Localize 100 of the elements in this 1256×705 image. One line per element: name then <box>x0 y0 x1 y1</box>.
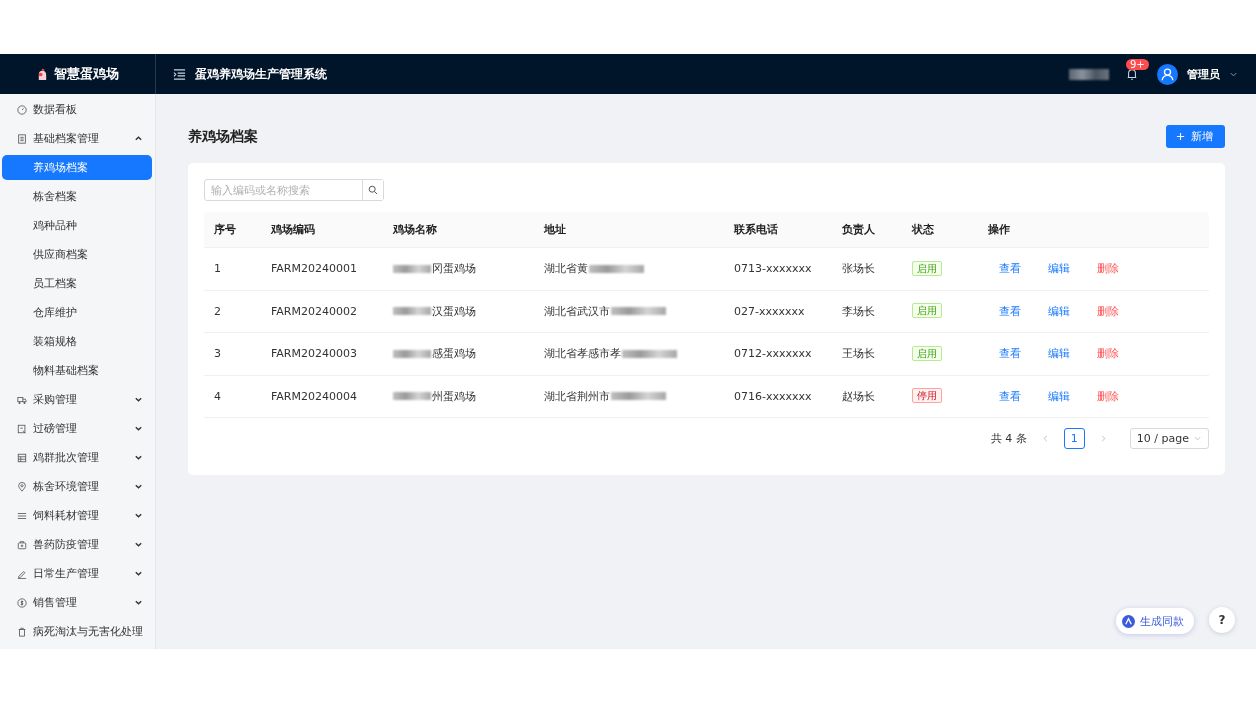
redaction-blur <box>611 307 666 316</box>
action-link[interactable]: 查看 <box>999 388 1021 404</box>
nav-subitem[interactable]: 养鸡场档案 <box>2 155 152 180</box>
table-cell-text: FARM20240002 <box>270 304 358 318</box>
nav-item[interactable]: 过磅管理 <box>0 414 155 443</box>
table-cell: 湖北省黄 <box>544 261 588 277</box>
action-link[interactable]: 编辑 <box>1048 346 1070 362</box>
system-title: 蛋鸡养鸡场生产管理系统 <box>195 65 327 83</box>
total-count: 共 4 条 <box>990 431 1027 446</box>
action-link[interactable]: 查看 <box>999 303 1021 319</box>
menu-fold-icon[interactable] <box>173 67 186 81</box>
chevron-down-icon <box>1193 434 1202 443</box>
coin-icon <box>17 597 27 608</box>
help-button[interactable]: ? <box>1209 607 1235 633</box>
redaction-blur <box>1069 68 1109 80</box>
table-cell-text: 0712-xxxxxxx <box>733 347 813 361</box>
redaction-blur <box>611 392 666 401</box>
table-cell-text: FARM20240003 <box>270 347 358 361</box>
nav-item[interactable]: 销售管理 <box>0 588 155 617</box>
table-cell-text: 3 <box>213 347 222 361</box>
table-cell: 湖北省武汉市 <box>544 303 610 319</box>
table-cell-text: FARM20240001 <box>270 262 358 276</box>
notification-badge: 9+ <box>1126 59 1149 70</box>
search-field[interactable]: 输入编码或名称搜索 <box>204 179 384 201</box>
column-header: 序号 <box>213 222 237 237</box>
status-tag: 启用 <box>912 345 942 361</box>
grid-icon <box>17 452 27 463</box>
table-cell: 湖北省孝感市孝 <box>544 346 621 362</box>
gauge-icon <box>17 104 27 115</box>
search-icon <box>368 185 378 195</box>
table-cell: 湖北省荆州市 <box>544 388 610 404</box>
column-header: 地址 <box>543 222 567 237</box>
scale-icon <box>17 423 27 434</box>
nav-subitem[interactable]: 鸡种品种 <box>0 211 155 240</box>
trash-icon <box>17 626 27 637</box>
nav-subitem[interactable]: 装箱规格 <box>0 327 155 356</box>
table-cell: 冈蛋鸡场 <box>432 261 476 277</box>
nav-subitem[interactable]: 仓库维护 <box>0 298 155 327</box>
column-header: 联系电话 <box>733 222 779 237</box>
action-link[interactable]: 查看 <box>999 346 1021 362</box>
nav-item[interactable]: 鸡群批次管理 <box>0 443 155 472</box>
status-tag: 启用 <box>912 303 942 319</box>
nav-subitem[interactable]: 员工档案 <box>0 269 155 298</box>
page-button[interactable]: 1 <box>1063 428 1085 449</box>
action-link[interactable]: 编辑 <box>1048 388 1070 404</box>
search-button[interactable] <box>362 180 383 200</box>
column-header: 状态 <box>910 222 935 237</box>
table-cell: 州蛋鸡场 <box>432 388 476 404</box>
redaction-blur <box>393 264 431 273</box>
pen-icon <box>17 568 27 579</box>
table-cell-text: 1 <box>213 262 222 276</box>
nav-item[interactable]: 病死淘汰与无害化处理 <box>0 617 155 646</box>
page-title: 养鸡场档案 <box>188 127 258 146</box>
column-header: 负责人 <box>841 222 876 237</box>
column-header: 操作 <box>987 222 1011 237</box>
add-button[interactable]: 新增 <box>1166 125 1225 148</box>
nav-item[interactable]: 兽药防疫管理 <box>0 530 155 559</box>
action-link[interactable]: 查看 <box>999 261 1021 277</box>
nav-item[interactable]: 饲料耗材管理 <box>0 501 155 530</box>
nav-item[interactable]: 栋舍环境管理 <box>0 472 155 501</box>
list-icon <box>17 510 27 521</box>
document-icon <box>17 133 27 144</box>
app-logo: 智慧蛋鸡场 <box>54 65 119 83</box>
nav-item[interactable]: 数据看板 <box>0 95 155 124</box>
redaction-blur <box>393 307 431 316</box>
column-header: 鸡场编码 <box>270 222 316 237</box>
action-link[interactable]: 编辑 <box>1048 261 1070 277</box>
status-tag: 停用 <box>912 388 942 404</box>
table-cell: 汉蛋鸡场 <box>432 303 476 319</box>
nav-item[interactable]: 日常生产管理 <box>0 559 155 588</box>
redaction-blur <box>393 349 431 358</box>
table-cell-text: 0713-xxxxxxx <box>733 262 813 276</box>
table-cell-text: 张场长 <box>841 261 876 277</box>
redaction-blur <box>622 349 677 358</box>
nav-subitem[interactable]: 供应商档案 <box>0 240 155 269</box>
action-link[interactable]: 编辑 <box>1048 303 1070 319</box>
table-cell-text: 王场长 <box>841 346 876 362</box>
table-cell-text: 2 <box>213 304 222 318</box>
avatar-icon[interactable] <box>1157 63 1178 85</box>
table-cell-text: 赵场长 <box>841 388 876 404</box>
page-size-select[interactable]: 10 / page <box>1129 428 1209 449</box>
table-cell-text: 0716-xxxxxxx <box>733 389 813 403</box>
truck-icon <box>17 394 27 405</box>
chicken-icon <box>36 67 49 81</box>
table-cell-text: FARM20240004 <box>270 389 358 403</box>
search-input[interactable]: 输入编码或名称搜索 <box>205 180 362 200</box>
user-name[interactable]: 管理员 <box>1187 66 1220 82</box>
redaction-blur <box>589 264 644 273</box>
nav-item[interactable]: 基础档案管理 <box>0 124 155 153</box>
status-tag: 启用 <box>912 260 942 276</box>
triangle-logo-icon <box>1122 614 1135 628</box>
pin-icon <box>17 481 27 492</box>
nav-subitem[interactable]: 栋舍档案 <box>0 182 155 211</box>
table-cell: 感蛋鸡场 <box>432 346 476 362</box>
redaction-blur <box>393 392 431 401</box>
column-header: 鸡场名称 <box>392 222 438 237</box>
generate-button[interactable]: 生成同款 <box>1116 608 1194 634</box>
nav-item[interactable]: 采购管理 <box>0 385 155 414</box>
nav-subitem[interactable]: 物料基础档案 <box>0 356 155 385</box>
bell-icon[interactable] <box>1126 68 1138 80</box>
